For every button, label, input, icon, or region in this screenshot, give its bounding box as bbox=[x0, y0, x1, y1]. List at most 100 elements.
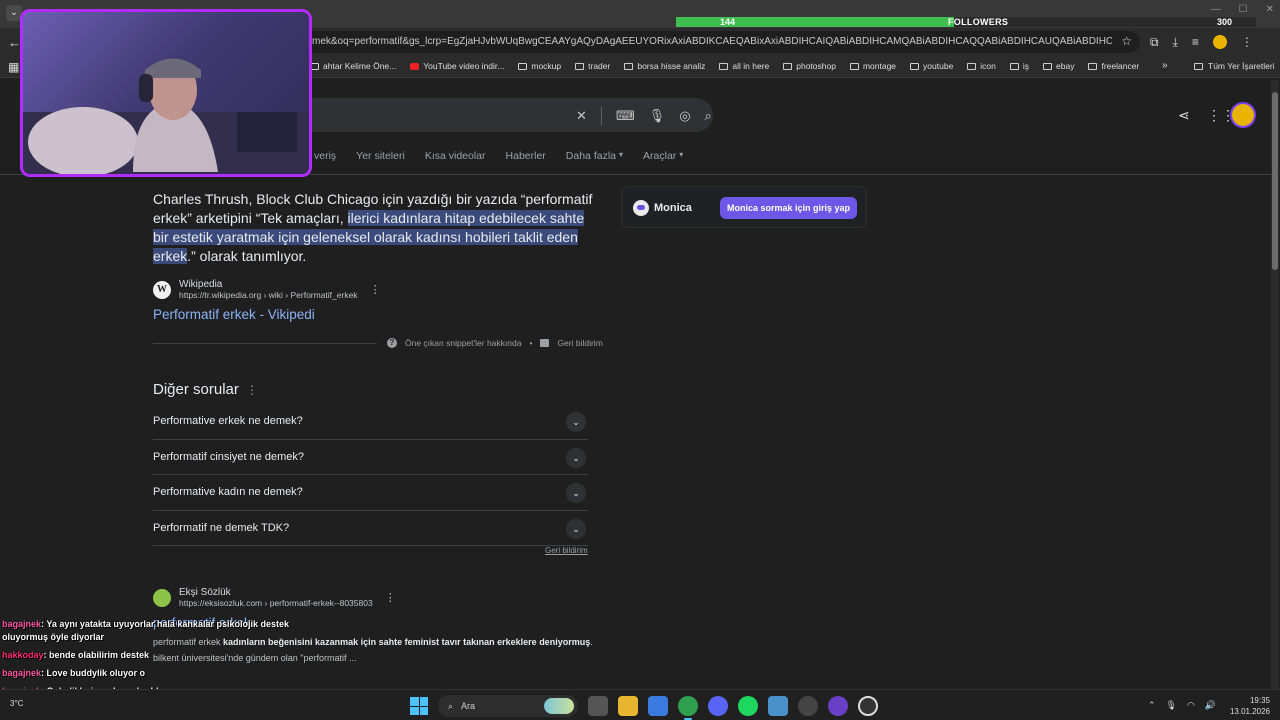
search-icon[interactable]: ⌕ bbox=[705, 108, 712, 124]
wifi-icon[interactable]: ◠ bbox=[1187, 700, 1195, 711]
browser-menu-icon[interactable]: ⋮ bbox=[1241, 35, 1253, 50]
media-controls-icon[interactable]: ≡ bbox=[1192, 35, 1199, 50]
nav-tab[interactable]: Araçlar bbox=[643, 150, 676, 162]
nav-tab[interactable]: veriş bbox=[314, 150, 336, 162]
paa-question-text: Performatif cinsiyet ne demek? bbox=[153, 450, 305, 463]
maximize-icon[interactable]: ☐ bbox=[1239, 4, 1248, 15]
paa-question[interactable]: Performative kadın ne demek? ⌄ bbox=[153, 475, 588, 511]
folder-icon bbox=[1194, 62, 1203, 70]
chrome-icon[interactable] bbox=[678, 696, 698, 720]
keyboard-icon[interactable]: ⌨ bbox=[616, 108, 635, 124]
about-snippets-link[interactable]: Öne çıkan snippet'ler hakkında bbox=[405, 338, 521, 348]
address-bar[interactable]: mek&oq=performatif&gs_lcrp=EgZjaHJvbWUqB… bbox=[300, 31, 1140, 53]
bookmark-label: borsa hisse analiz bbox=[637, 61, 706, 71]
bookmark-item[interactable]: montage bbox=[849, 61, 896, 71]
webcam-overlay bbox=[20, 9, 312, 177]
paa-question[interactable]: Performatif ne demek TDK? ⌄ bbox=[153, 511, 588, 546]
taskbar-apps: ⌕ Ara bbox=[410, 695, 878, 720]
search-highlight-icon bbox=[544, 698, 574, 714]
clear-icon[interactable]: ✕ bbox=[576, 108, 587, 124]
chevron-down-icon[interactable]: ⌄ bbox=[566, 412, 586, 432]
close-icon[interactable]: ✕ bbox=[1266, 4, 1274, 15]
bookmark-item[interactable]: icon bbox=[967, 61, 996, 71]
more-options-icon[interactable]: ⋮ bbox=[246, 383, 258, 397]
microphone-icon[interactable]: 🎙 bbox=[1166, 700, 1177, 711]
feedback-link[interactable]: Geri bildirim bbox=[557, 338, 602, 348]
source-url: https://eksisozluk.com › performatif-erk… bbox=[179, 598, 373, 608]
chevron-down-icon[interactable]: ⌄ bbox=[566, 518, 586, 539]
all-bookmarks[interactable]: Tüm Yer İşaretleri bbox=[1194, 61, 1275, 71]
bookmark-item[interactable]: youtube bbox=[910, 61, 953, 71]
taskbar-search[interactable]: ⌕ Ara bbox=[438, 695, 578, 717]
chevron-down-icon: ▾ bbox=[679, 150, 684, 159]
apps-grid-icon[interactable]: ▦ bbox=[8, 60, 19, 74]
bookmark-item[interactable]: mockup bbox=[518, 61, 561, 71]
paa-question[interactable]: Performative erkek ne demek? ⌄ bbox=[153, 404, 588, 440]
spotify-icon[interactable] bbox=[738, 696, 758, 716]
more-options-icon[interactable]: ⋮ bbox=[370, 283, 381, 296]
store-icon[interactable] bbox=[648, 696, 668, 716]
bookmark-item[interactable]: freelancer bbox=[1088, 61, 1139, 71]
paa-question[interactable]: Performatif cinsiyet ne demek? ⌄ bbox=[153, 440, 588, 475]
nav-tab[interactable]: Daha fazla bbox=[566, 150, 616, 162]
more-options-icon[interactable]: ⋮ bbox=[385, 591, 396, 604]
volume-icon[interactable]: 🔊 bbox=[1205, 700, 1216, 711]
question-icon: ? bbox=[387, 338, 397, 348]
media-player-icon[interactable] bbox=[858, 696, 878, 716]
chevron-up-icon[interactable]: ⌃ bbox=[1148, 700, 1156, 711]
microphone-icon[interactable]: 🎙 bbox=[649, 108, 666, 124]
windows-start-icon[interactable] bbox=[410, 697, 428, 715]
nav-tab[interactable]: Kısa videolar bbox=[425, 150, 486, 162]
result-link[interactable]: Performatif erkek - Vikipedi bbox=[153, 307, 315, 322]
bookmark-item[interactable]: all in here bbox=[719, 61, 769, 71]
app-icon[interactable] bbox=[798, 696, 818, 716]
paa-feedback-link[interactable]: Geri bildirim bbox=[545, 546, 588, 555]
bookmark-item[interactable]: ebay bbox=[1043, 61, 1074, 71]
search-box-icons: ✕ ⌨ 🎙 ◎ ⌕ bbox=[576, 107, 712, 125]
bookmark-list: ahtar Kelime Öne... YouTube video indir..… bbox=[310, 61, 1139, 71]
file-explorer-icon[interactable] bbox=[618, 696, 638, 716]
eksisozluk-icon bbox=[153, 588, 171, 607]
download-icon[interactable]: ⤓ bbox=[1173, 35, 1178, 50]
minimize-icon[interactable]: — bbox=[1211, 4, 1221, 15]
extensions-icon[interactable]: ⧉ bbox=[1150, 35, 1159, 50]
url-text[interactable]: mek&oq=performatif&gs_lcrp=EgZjaHJvbWUqB… bbox=[312, 36, 1112, 47]
monica-login-button[interactable]: Monica sormak için giriş yap bbox=[720, 197, 857, 219]
scrollbar[interactable] bbox=[1271, 80, 1279, 689]
chat-message: bagajnek: Ya aynı yatakta uyuyorlar hala… bbox=[2, 618, 302, 644]
scrollbar-thumb[interactable] bbox=[1272, 92, 1278, 270]
share-icon[interactable]: ⋖ bbox=[1178, 107, 1190, 124]
clock[interactable]: 19:35 13.01.2026 bbox=[1226, 695, 1270, 717]
profile-avatar[interactable] bbox=[1212, 35, 1227, 49]
feedback-icon bbox=[540, 339, 550, 347]
dot-separator: • bbox=[529, 338, 533, 348]
bookmark-item[interactable]: borsa hisse analiz bbox=[624, 61, 705, 71]
discord-icon[interactable] bbox=[708, 696, 728, 716]
bookmark-label: ahtar Kelime Öne... bbox=[323, 61, 397, 71]
more-bookmarks-icon[interactable]: » bbox=[1162, 60, 1168, 71]
folder-icon bbox=[1009, 62, 1019, 70]
desc-bold: deniyormuş bbox=[539, 637, 591, 647]
chevron-down-icon[interactable]: ⌄ bbox=[566, 447, 586, 468]
task-view-icon[interactable] bbox=[588, 696, 608, 716]
snippet-source[interactable]: W Wikipedia https://tr.wikipedia.org › w… bbox=[153, 279, 381, 300]
weather-widget[interactable]: 3°C bbox=[10, 699, 23, 708]
followers-current: 144 bbox=[720, 17, 736, 27]
chevron-down-icon[interactable]: ⌄ bbox=[566, 483, 586, 503]
vscode-icon[interactable] bbox=[768, 696, 788, 716]
lens-icon[interactable]: ◎ bbox=[679, 108, 690, 124]
account-avatar[interactable] bbox=[1230, 102, 1256, 128]
bookmark-item[interactable]: trader bbox=[575, 61, 610, 71]
result2-source[interactable]: Ekşi Sözlük https://eksisozluk.com › per… bbox=[153, 587, 396, 608]
snippet-footer: ? Öne çıkan snippet'ler hakkında • Geri … bbox=[387, 338, 603, 348]
bookmark-item[interactable]: YouTube video indir... bbox=[410, 61, 504, 71]
obs-icon[interactable] bbox=[828, 696, 848, 716]
nav-tab[interactable]: Haberler bbox=[506, 150, 546, 162]
search-box[interactable]: ✕ ⌨ 🎙 ◎ ⌕ bbox=[300, 98, 713, 132]
bookmark-star-icon[interactable]: ☆ bbox=[1121, 34, 1132, 48]
bookmark-item[interactable]: iş bbox=[1009, 61, 1029, 71]
nav-tab[interactable]: Yer siteleri bbox=[356, 150, 405, 162]
bookmark-item[interactable]: ahtar Kelime Öne... bbox=[310, 61, 396, 71]
taskbar: 3°C ⌕ Ara ⌃ 🎙 ◠ 🔊 19:35 13.01.2026 bbox=[0, 689, 1280, 720]
bookmark-item[interactable]: photoshop bbox=[783, 61, 836, 71]
